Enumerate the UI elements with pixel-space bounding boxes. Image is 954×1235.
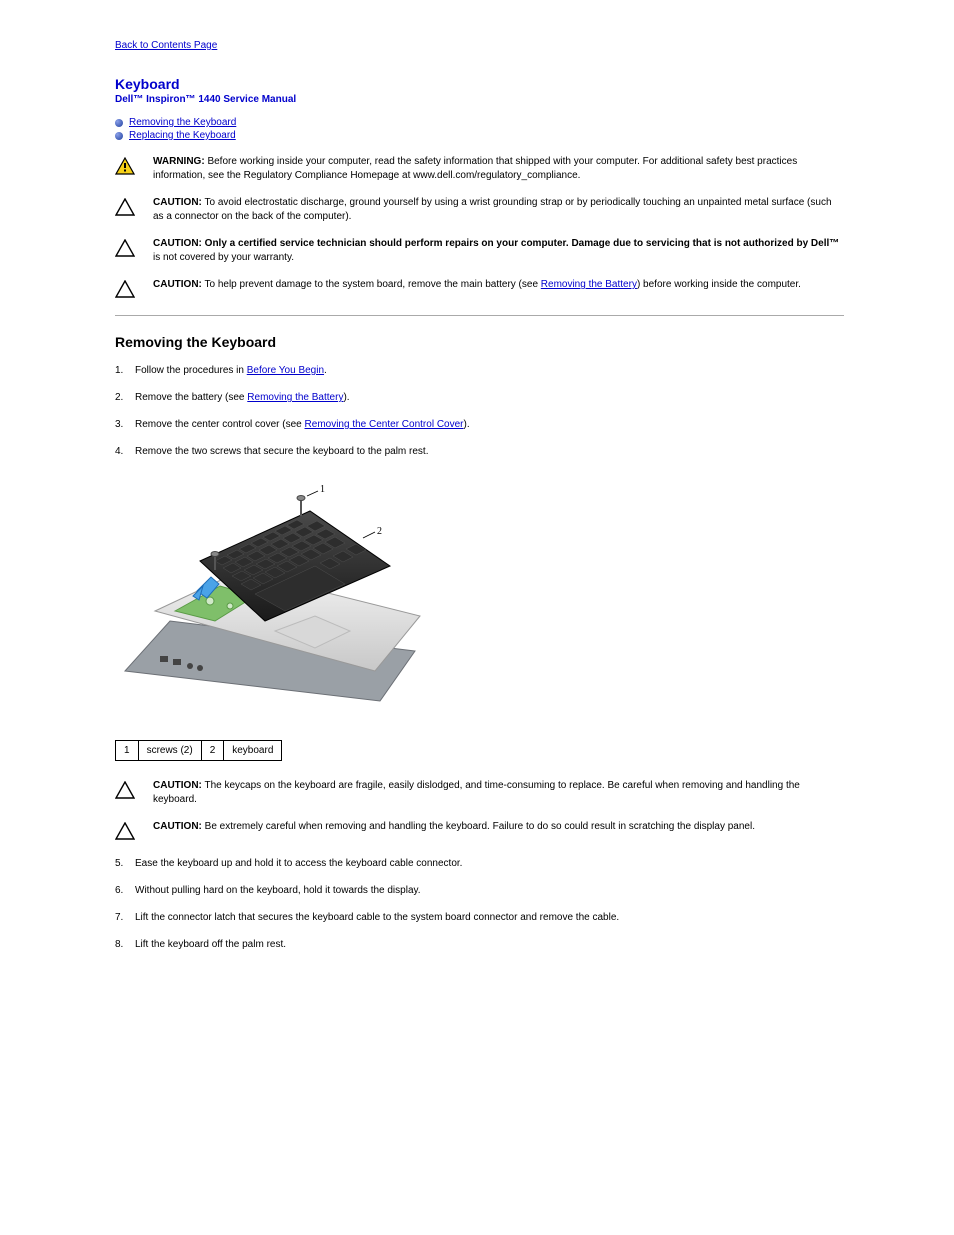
caution-esd-callout: CAUTION: To avoid electrostatic discharg… <box>115 196 844 223</box>
step-7: 7.Lift the connector latch that secures … <box>115 911 844 924</box>
toc-remove-link[interactable]: Removing the Keyboard <box>129 117 236 128</box>
step-5: 5.Ease the keyboard up and hold it to ac… <box>115 857 844 870</box>
parts-cell: 1 <box>116 741 139 761</box>
caution-esd-text: CAUTION: To avoid electrostatic discharg… <box>153 196 844 223</box>
step-3: 3.Remove the center control cover (see R… <box>115 418 844 431</box>
step-2: 2.Remove the battery (see Removing the B… <box>115 391 844 404</box>
caution-fragile-text: CAUTION: The keycaps on the keyboard are… <box>153 779 844 806</box>
caution-technician-callout: CAUTION: Only a certified service techni… <box>115 237 844 264</box>
figure-label-2: 2 <box>377 526 382 537</box>
step-1: 1.Follow the procedures in Before You Be… <box>115 364 844 377</box>
divider <box>115 315 844 316</box>
caution-fragile-callout: CAUTION: The keycaps on the keyboard are… <box>115 779 844 806</box>
parts-cell: screws (2) <box>138 741 201 761</box>
bullet-icon <box>115 119 123 127</box>
toc-replace-link[interactable]: Replacing the Keyboard <box>129 130 236 141</box>
screw-icon <box>297 496 305 517</box>
caution-icon <box>115 779 135 802</box>
caution-icon <box>115 237 135 260</box>
warning-text: WARNING: Before working inside your comp… <box>153 155 844 182</box>
caution-battery-text: CAUTION: To help prevent damage to the s… <box>153 278 844 292</box>
bullet-icon <box>115 132 123 140</box>
removing-battery-link[interactable]: Removing the Battery <box>541 279 637 290</box>
back-to-contents-link[interactable]: Back to Contents Page <box>115 40 217 51</box>
removing-battery-link[interactable]: Removing the Battery <box>247 392 343 403</box>
keyboard-figure: 1 2 <box>115 476 844 726</box>
page-title: Keyboard <box>115 76 844 92</box>
step-6: 6.Without pulling hard on the keyboard, … <box>115 884 844 897</box>
figure-label-1: 1 <box>320 484 325 495</box>
table-of-contents: Removing the Keyboard Replacing the Keyb… <box>115 117 844 141</box>
parts-cell: 2 <box>201 741 224 761</box>
section-title: Removing the Keyboard <box>115 334 844 350</box>
caution-icon <box>115 196 135 219</box>
warning-callout: WARNING: Before working inside your comp… <box>115 155 844 182</box>
caution-icon <box>115 820 135 843</box>
removing-center-control-cover-link[interactable]: Removing the Center Control Cover <box>305 419 464 430</box>
before-you-begin-link[interactable]: Before You Begin <box>247 365 324 376</box>
step-4: 4.Remove the two screws that secure the … <box>115 445 844 458</box>
step-8: 8.Lift the keyboard off the palm rest. <box>115 938 844 951</box>
manual-title: Dell™ Inspiron™ 1440 Service Manual <box>115 94 844 105</box>
parts-cell: keyboard <box>224 741 282 761</box>
caution-technician-text: CAUTION: Only a certified service techni… <box>153 237 844 264</box>
caution-extra-text: CAUTION: Be extremely careful when remov… <box>153 820 844 834</box>
parts-table: 1 screws (2) 2 keyboard <box>115 740 282 761</box>
warning-icon <box>115 155 135 178</box>
caution-icon <box>115 278 135 301</box>
caution-battery-callout: CAUTION: To help prevent damage to the s… <box>115 278 844 301</box>
caution-extra-callout: CAUTION: Be extremely careful when remov… <box>115 820 844 843</box>
